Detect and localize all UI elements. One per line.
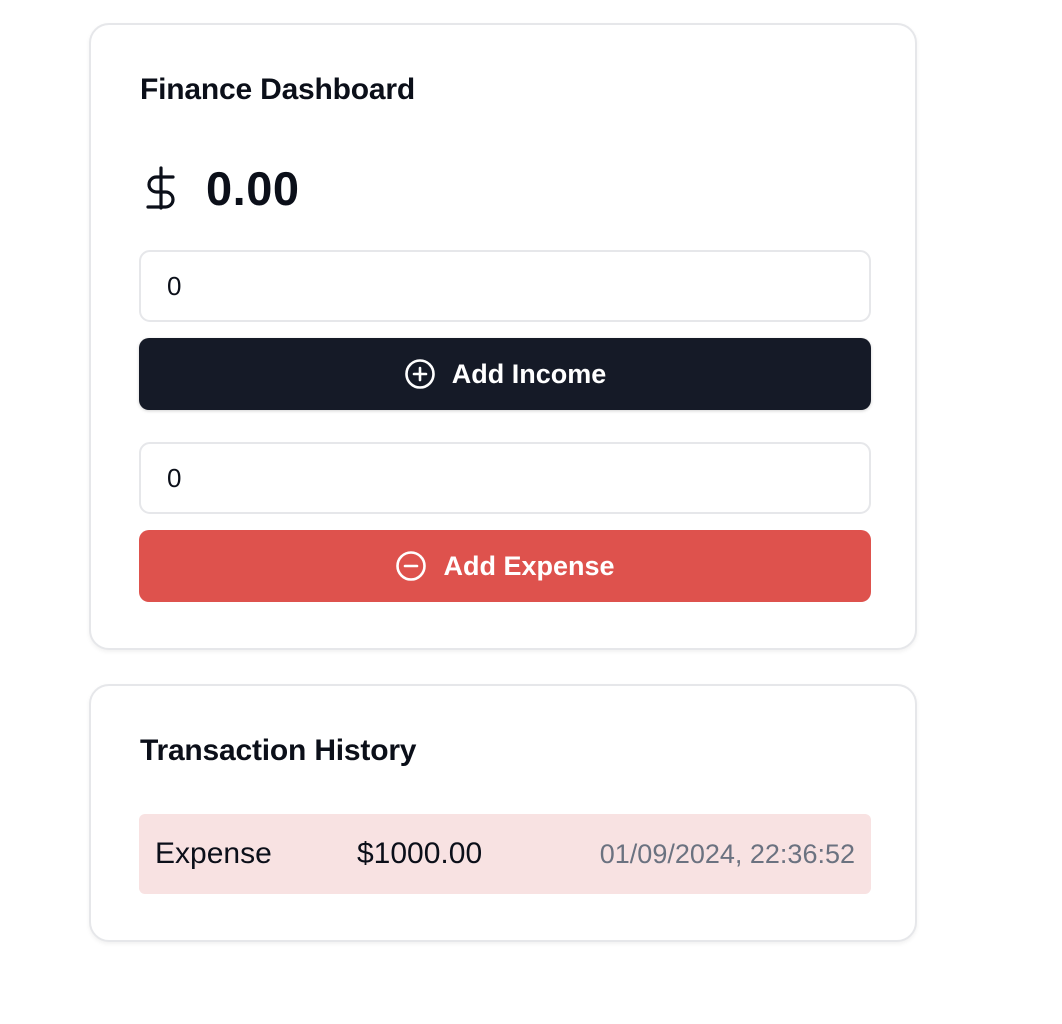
transaction-history-card: Transaction History Expense $1000.00 01/… [89,684,917,942]
dashboard-title: Finance Dashboard [140,73,415,106]
add-expense-button[interactable]: Add Expense [139,530,871,602]
transaction-row: Expense $1000.00 01/09/2024, 22:36:52 [139,814,871,894]
balance-display: 0.00 [144,161,300,215]
balance-value: 0.00 [206,161,300,215]
finance-dashboard-card: Finance Dashboard 0.00 Add Income [89,23,917,650]
history-title: Transaction History [140,734,417,767]
expense-amount-input[interactable] [139,442,871,514]
transaction-datetime: 01/09/2024, 22:36:52 [599,839,855,869]
add-expense-label: Add Expense [443,550,615,581]
dollar-sign-icon [144,165,178,211]
income-amount-input[interactable] [139,250,871,322]
add-income-button[interactable]: Add Income [139,338,871,410]
minus-circle-icon [395,550,427,582]
plus-circle-icon [404,358,436,390]
add-income-label: Add Income [451,358,607,389]
transaction-amount: $1000.00 [357,837,483,870]
transaction-type: Expense [155,837,272,870]
